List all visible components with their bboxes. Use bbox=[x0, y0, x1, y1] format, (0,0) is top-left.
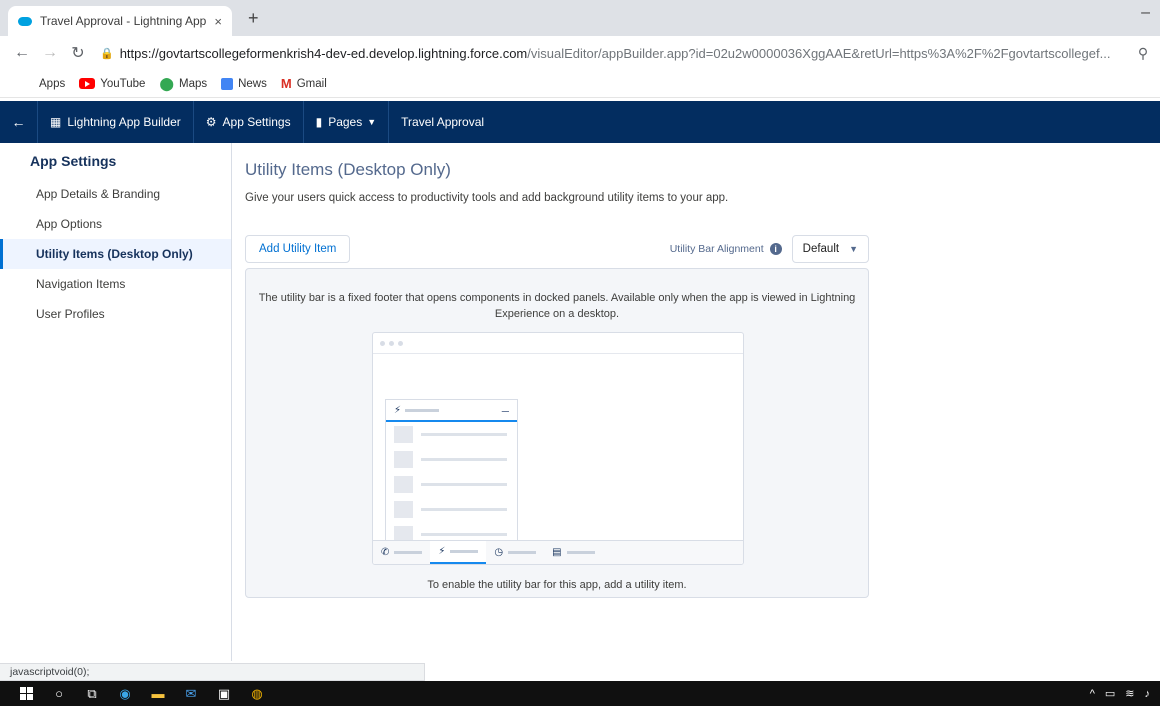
zoom-icon[interactable]: ⚲ bbox=[1126, 45, 1160, 62]
back-button[interactable]: ← bbox=[0, 101, 38, 143]
alignment-value: Default bbox=[802, 243, 840, 255]
minimize-button[interactable]: – bbox=[1141, 4, 1150, 22]
gmail-icon: M bbox=[280, 76, 292, 91]
windows-start-icon[interactable] bbox=[14, 681, 38, 706]
info-icon[interactable]: i bbox=[769, 243, 782, 255]
builder-label: Lightning App Builder bbox=[67, 115, 181, 129]
lightning-app-builder-menu[interactable]: ▦ Lightning App Builder bbox=[38, 101, 194, 143]
store-icon[interactable]: ▣ bbox=[212, 681, 236, 706]
panel-note: The utility bar is a fixed footer that o… bbox=[258, 292, 856, 320]
bookmarks-bar: Apps YouTube ⬤ Maps News M Gmail bbox=[0, 70, 1160, 98]
bookmark-youtube[interactable]: YouTube bbox=[79, 78, 145, 90]
bookmark-label: Apps bbox=[39, 77, 66, 90]
pages-label: Pages bbox=[328, 115, 363, 129]
wifi-icon[interactable]: ≋ bbox=[1125, 687, 1134, 700]
tab-title: Travel Approval - Lightning App bbox=[40, 14, 207, 28]
battery-icon[interactable]: ▭ bbox=[1105, 687, 1115, 700]
browser-tab[interactable]: Travel Approval - Lightning App × bbox=[8, 6, 232, 36]
main-content: Utility Items (Desktop Only) Give your u… bbox=[245, 143, 1160, 598]
url-host: https://govtartscollegeformenkrish4-dev-… bbox=[119, 45, 528, 61]
utility-bar-preview-panel: The utility bar is a fixed footer that o… bbox=[245, 268, 869, 598]
apps-grid-icon bbox=[22, 78, 34, 90]
settings-label: App Settings bbox=[222, 115, 291, 129]
bookmark-label: YouTube bbox=[100, 77, 146, 90]
page-description: Give your users quick access to producti… bbox=[245, 192, 729, 204]
bookmark-label: News bbox=[238, 77, 267, 90]
docked-panel-header: ⚡ – bbox=[386, 400, 517, 422]
sidebar-item-user-profiles[interactable]: User Profiles bbox=[0, 299, 231, 329]
alignment-label: Utility Bar Alignment bbox=[669, 243, 764, 255]
status-link-preview: javascriptvoid(0); bbox=[0, 663, 425, 681]
forward-arrow-icon[interactable]: → bbox=[36, 44, 64, 62]
bookmark-apps[interactable]: Apps bbox=[22, 78, 65, 90]
browser-tab-strip: Travel Approval - Lightning App × + – bbox=[0, 0, 1160, 36]
salesforce-cloud-icon bbox=[18, 16, 32, 26]
minimize-icon: – bbox=[501, 402, 509, 418]
bookmark-label: Maps bbox=[178, 77, 208, 90]
system-tray: ^ ▭ ≋ ♪ bbox=[1090, 681, 1150, 706]
alignment-select[interactable]: Default ▼ bbox=[791, 235, 869, 263]
bookmark-gmail[interactable]: M Gmail bbox=[281, 76, 327, 91]
url-path: /visualEditor/appBuilder.app?id=02u2w000… bbox=[527, 45, 1111, 61]
bookmark-label: Gmail bbox=[296, 77, 327, 90]
volume-icon[interactable]: ♪ bbox=[1145, 688, 1151, 700]
sidebar-title: App Settings bbox=[30, 153, 117, 169]
sidebar-item-navigation-items[interactable]: Navigation Items bbox=[0, 269, 231, 299]
sidebar-item-app-options[interactable]: App Options bbox=[0, 209, 231, 239]
note-icon: ▤ bbox=[544, 541, 602, 564]
app-name: Travel Approval bbox=[401, 115, 485, 129]
new-tab-button[interactable]: + bbox=[248, 8, 259, 29]
app-settings-button[interactable]: ⚙ App Settings bbox=[194, 101, 304, 143]
tab-close-icon[interactable]: × bbox=[214, 14, 222, 29]
utility-bar-illustration-footer: ✆ ⚡ ◷ ▤ bbox=[373, 540, 743, 564]
sidebar-item-utility-items[interactable]: Utility Items (Desktop Only) bbox=[0, 239, 231, 269]
lightning-bolt-icon: ⚡ bbox=[394, 404, 402, 416]
page-title: Utility Items (Desktop Only) bbox=[245, 160, 451, 179]
sidebar-item-app-details[interactable]: App Details & Branding bbox=[0, 179, 231, 209]
windows-taskbar: ○ ⧉ ◉ ▬ ✉ ▣ ◍ ^ ▭ ≋ ♪ bbox=[0, 681, 1160, 706]
add-utility-item-button[interactable]: Add Utility Item bbox=[245, 235, 351, 263]
chevron-up-icon[interactable]: ^ bbox=[1090, 688, 1095, 700]
utility-bar-illustration: ⚡ – ✆ ⚡ ◷ ▤ bbox=[372, 332, 744, 565]
lock-icon: 🔒 bbox=[100, 47, 114, 60]
maps-pin-icon: ⬤ bbox=[159, 75, 174, 91]
task-view-icon[interactable]: ⧉ bbox=[80, 681, 104, 706]
settings-sidebar: App Settings App Details & Branding App … bbox=[0, 143, 232, 661]
gear-icon: ⚙ bbox=[205, 115, 217, 129]
mail-icon[interactable]: ✉ bbox=[179, 681, 203, 706]
edge-browser-icon[interactable]: ◉ bbox=[113, 681, 137, 706]
docked-panel-illustration: ⚡ – bbox=[385, 399, 518, 543]
chrome-icon[interactable]: ◍ bbox=[245, 681, 269, 706]
file-explorer-icon[interactable]: ▬ bbox=[146, 681, 170, 706]
app-builder-icon: ▦ bbox=[50, 115, 62, 129]
enable-note: To enable the utility bar for this app, … bbox=[427, 579, 687, 591]
page-icon: ▮ bbox=[315, 115, 323, 129]
back-arrow-icon[interactable]: ← bbox=[8, 44, 36, 62]
window-dots bbox=[373, 333, 743, 354]
app-builder-header: ← ▦ Lightning App Builder ⚙ App Settings… bbox=[0, 101, 1160, 143]
reload-icon[interactable]: ↻ bbox=[64, 43, 92, 63]
youtube-icon bbox=[79, 78, 96, 89]
news-icon bbox=[221, 77, 234, 90]
utility-toolbar: Add Utility Item Utility Bar Alignment i… bbox=[245, 235, 869, 265]
bookmark-news[interactable]: News bbox=[221, 77, 267, 90]
url-field[interactable]: 🔒 https://govtartscollegeformenkrish4-de… bbox=[100, 46, 1126, 61]
bookmark-maps[interactable]: ⬤ Maps bbox=[159, 76, 207, 92]
chevron-down-icon: ▼ bbox=[367, 117, 377, 127]
pages-dropdown[interactable]: ▮ Pages ▼ bbox=[304, 101, 390, 143]
lightning-bolt-icon: ⚡ bbox=[430, 541, 487, 564]
utility-bar-alignment: Utility Bar Alignment i Default ▼ bbox=[670, 235, 869, 263]
search-circle-icon[interactable]: ○ bbox=[47, 681, 71, 706]
clock-icon: ◷ bbox=[486, 541, 544, 564]
phone-icon: ✆ bbox=[373, 541, 430, 564]
address-bar-row: ← → ↻ 🔒 https://govtartscollegeformenkri… bbox=[0, 36, 1160, 70]
caret-down-icon: ▼ bbox=[849, 244, 858, 254]
